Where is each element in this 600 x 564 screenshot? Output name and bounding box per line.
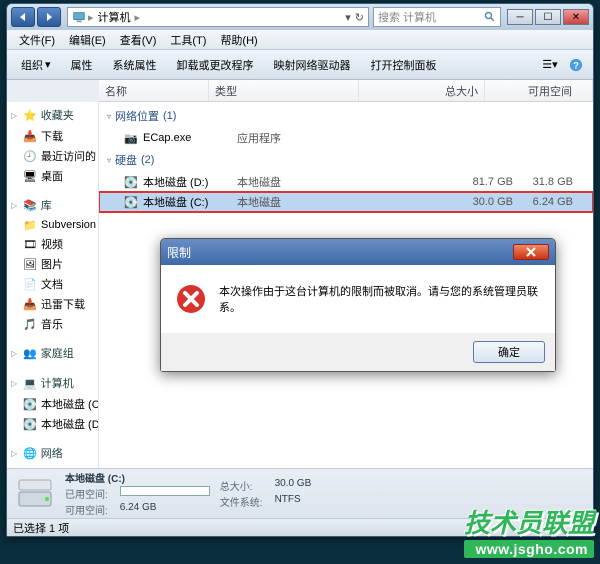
- details-fs-value: NTFS: [275, 494, 312, 509]
- drive-thumbnail-icon: [15, 474, 55, 514]
- library-icon: 📚: [23, 199, 37, 212]
- sidebar-libraries[interactable]: ▷📚库: [7, 194, 98, 216]
- sidebar-item-music[interactable]: 🎵音乐: [7, 314, 98, 334]
- watermark-url: www.jsgho.com: [464, 540, 594, 558]
- sidebar-item-pictures[interactable]: 🖼图片: [7, 254, 98, 274]
- address-bar[interactable]: ▸ 计算机 ▸ ▾ ↻: [67, 7, 369, 27]
- details-usage-bar: [120, 486, 210, 501]
- breadcrumb-computer[interactable]: 计算机: [94, 9, 135, 25]
- sidebar-computer[interactable]: ▷💻计算机: [7, 372, 98, 394]
- menu-edit[interactable]: 编辑(E): [63, 30, 112, 50]
- system-properties-button[interactable]: 系统属性: [105, 53, 165, 77]
- watermark: 技术员联盟 www.jsgho.com: [464, 503, 594, 558]
- video-icon: 🎞: [23, 237, 37, 251]
- dialog-close-button[interactable]: [513, 244, 549, 260]
- details-total-label: 总大小:: [220, 478, 263, 493]
- drive-icon: 💽: [123, 194, 139, 210]
- watermark-text: 技术员联盟: [464, 503, 594, 540]
- download-icon: 📥: [23, 297, 37, 311]
- sidebar-item-xunlei[interactable]: 📥迅雷下载: [7, 294, 98, 314]
- details-total-value: 30.0 GB: [275, 478, 312, 493]
- dialog-titlebar[interactable]: 限制: [161, 239, 555, 265]
- column-headers: 名称 类型 总大小 可用空间: [99, 80, 593, 102]
- menubar: 文件(F) 编辑(E) 查看(V) 工具(T) 帮助(H): [7, 30, 593, 50]
- pictures-icon: 🖼: [23, 257, 37, 271]
- error-icon: [175, 283, 207, 315]
- list-item-ecap[interactable]: 📷 ECap.exe 应用程序: [99, 128, 593, 148]
- sidebar-item-drive-d[interactable]: 💽本地磁盘 (D: [7, 414, 98, 434]
- music-icon: 🎵: [23, 317, 37, 331]
- computer-icon: [72, 10, 86, 24]
- drive-icon: 💽: [123, 174, 139, 190]
- sidebar: ▷⭐收藏夹 📥下载 🕘最近访问的 🖥桌面 ▷📚库 📁Subversion 🎞视频…: [7, 102, 99, 468]
- col-total[interactable]: 总大小: [359, 80, 485, 101]
- col-name[interactable]: 名称: [99, 80, 209, 101]
- details-free-label: 可用空间:: [65, 502, 108, 517]
- list-item-drive-c[interactable]: 💽 本地磁盘 (C:) 本地磁盘 30.0 GB 6.24 GB: [99, 192, 593, 212]
- organize-button[interactable]: 组织 ▾: [13, 53, 59, 77]
- restriction-dialog: 限制 本次操作由于这台计算机的限制而被取消。请与您的系统管理员联系。 确定: [160, 238, 556, 372]
- details-title: 本地磁盘 (C:): [65, 470, 210, 485]
- download-icon: 📥: [23, 129, 37, 143]
- refresh-icon[interactable]: ↻: [355, 11, 364, 24]
- camera-icon: 📷: [123, 130, 139, 146]
- menu-tools[interactable]: 工具(T): [164, 30, 212, 50]
- sidebar-item-recent[interactable]: 🕘最近访问的: [7, 146, 98, 166]
- minimize-button[interactable]: ─: [507, 9, 533, 25]
- status-selection: 已选择 1 项: [13, 520, 69, 536]
- list-item-drive-d[interactable]: 💽 本地磁盘 (D:) 本地磁盘 81.7 GB 31.8 GB: [99, 172, 593, 192]
- forward-button[interactable]: [37, 7, 61, 27]
- sidebar-network[interactable]: ▷🌐网络: [7, 442, 98, 464]
- star-icon: ⭐: [23, 109, 37, 122]
- homegroup-icon: 👥: [23, 347, 37, 360]
- menu-help[interactable]: 帮助(H): [214, 30, 263, 50]
- search-icon: [484, 11, 496, 23]
- col-type[interactable]: 类型: [209, 80, 359, 101]
- breadcrumb-sep: ▸: [135, 11, 141, 24]
- dialog-message: 本次操作由于这台计算机的限制而被取消。请与您的系统管理员联系。: [219, 283, 541, 315]
- sidebar-item-documents[interactable]: 📄文档: [7, 274, 98, 294]
- drive-icon: 💽: [23, 417, 37, 431]
- close-button[interactable]: ✕: [563, 9, 589, 25]
- group-network-location[interactable]: ▿网络位置 (1): [99, 104, 593, 128]
- menu-file[interactable]: 文件(F): [13, 30, 61, 50]
- folder-icon: 📁: [23, 218, 37, 232]
- help-icon[interactable]: ?: [565, 54, 587, 76]
- back-button[interactable]: [11, 7, 35, 27]
- network-icon: 🌐: [23, 447, 37, 460]
- sidebar-item-downloads[interactable]: 📥下载: [7, 126, 98, 146]
- recent-icon: 🕘: [23, 149, 37, 163]
- uninstall-button[interactable]: 卸载或更改程序: [169, 53, 262, 77]
- view-mode-button[interactable]: ☰▾: [539, 54, 561, 76]
- maximize-button[interactable]: ☐: [535, 9, 561, 25]
- toolbar: 组织 ▾ 属性 系统属性 卸载或更改程序 映射网络驱动器 打开控制面板 ☰▾ ?: [7, 50, 593, 80]
- titlebar: ▸ 计算机 ▸ ▾ ↻ 搜索 计算机 ─ ☐ ✕: [7, 4, 593, 30]
- desktop-icon: 🖥: [23, 169, 37, 183]
- control-panel-button[interactable]: 打开控制面板: [363, 53, 445, 77]
- sidebar-item-video[interactable]: 🎞视频: [7, 234, 98, 254]
- details-fs-label: 文件系统:: [220, 494, 263, 509]
- col-free[interactable]: 可用空间: [485, 80, 593, 101]
- drive-icon: 💽: [23, 397, 37, 411]
- map-drive-button[interactable]: 映射网络驱动器: [266, 53, 359, 77]
- documents-icon: 📄: [23, 277, 37, 291]
- group-hard-disks[interactable]: ▿硬盘 (2): [99, 148, 593, 172]
- dropdown-icon[interactable]: ▾: [345, 11, 351, 24]
- sidebar-homegroup[interactable]: ▷👥家庭组: [7, 342, 98, 364]
- sidebar-item-drive-c[interactable]: 💽本地磁盘 (C: [7, 394, 98, 414]
- sidebar-item-desktop[interactable]: 🖥桌面: [7, 166, 98, 186]
- computer-icon: 💻: [23, 377, 37, 390]
- sidebar-item-subversion[interactable]: 📁Subversion: [7, 216, 98, 234]
- chevron-down-icon: ▾: [45, 58, 51, 71]
- details-used-label: 已用空间:: [65, 486, 108, 501]
- sidebar-favorites[interactable]: ▷⭐收藏夹: [7, 104, 98, 126]
- search-placeholder: 搜索 计算机: [378, 9, 436, 25]
- svg-text:?: ?: [573, 60, 579, 71]
- properties-button[interactable]: 属性: [63, 53, 101, 77]
- dialog-ok-button[interactable]: 确定: [473, 341, 545, 363]
- details-free-value: 6.24 GB: [120, 502, 210, 517]
- menu-view[interactable]: 查看(V): [114, 30, 163, 50]
- dialog-title: 限制: [167, 244, 191, 261]
- search-input[interactable]: 搜索 计算机: [373, 7, 501, 27]
